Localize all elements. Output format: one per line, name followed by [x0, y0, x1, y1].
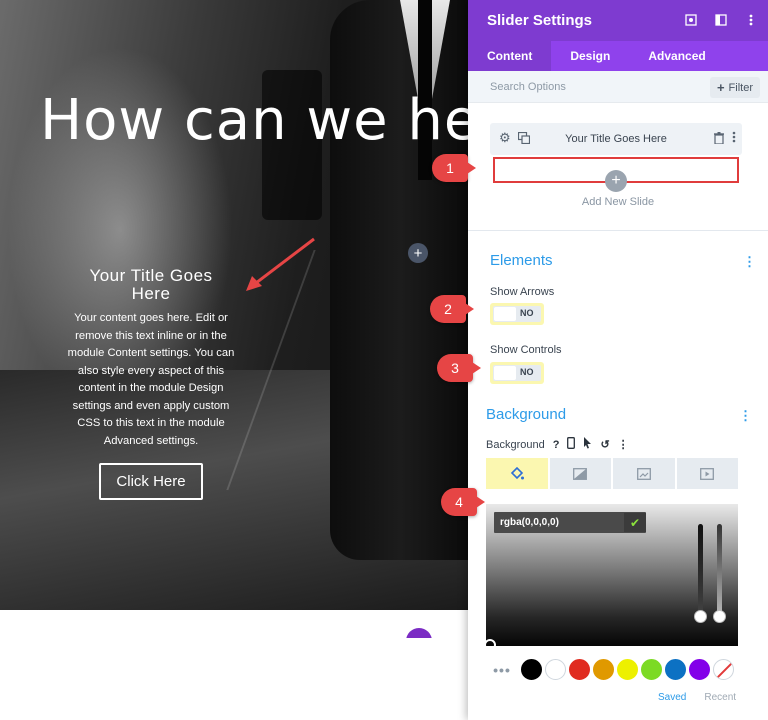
hue-slider-handle[interactable]	[694, 610, 707, 623]
gradient-icon[interactable]	[549, 458, 611, 489]
slide-cta-button[interactable]: Click Here	[99, 463, 203, 500]
filter-button[interactable]: + Filter	[709, 77, 760, 98]
toggle-value: NO	[520, 367, 534, 377]
focus-icon[interactable]	[684, 12, 698, 28]
video-icon[interactable]	[676, 458, 738, 489]
more-vertical-icon[interactable]: ⋮	[739, 408, 752, 424]
slide-item-label: Your Title Goes Here	[565, 133, 667, 145]
background-section-title[interactable]: Background	[486, 406, 566, 423]
hero-heading[interactable]: How can we he	[40, 88, 468, 153]
paint-bucket-icon[interactable]	[486, 458, 548, 489]
purple-control-dot	[404, 626, 466, 638]
background-field-label: Background	[486, 438, 545, 451]
slider-settings-panel: Slider Settings Content Design Advanced …	[468, 0, 768, 720]
saved-tab[interactable]: Saved	[658, 692, 686, 703]
hue-slider[interactable]	[698, 524, 703, 618]
opacity-slider-handle[interactable]	[713, 610, 726, 623]
more-horizontal-icon[interactable]: •••	[486, 662, 518, 678]
split-view-icon[interactable]	[714, 12, 728, 28]
add-slide-plus-icon[interactable]: +	[605, 170, 627, 192]
help-icon[interactable]: ?	[553, 439, 560, 451]
step-marker-4: 4	[441, 488, 485, 516]
step-marker-1: 1	[432, 154, 476, 182]
slides-list: ⚙ Your Title Goes Here + Add New Slide	[468, 103, 768, 231]
annotation-arrow-icon	[246, 237, 315, 291]
step-marker-2: 2	[430, 295, 474, 323]
more-vertical-icon[interactable]	[732, 131, 736, 145]
mobile-icon[interactable]	[567, 437, 576, 452]
background-field-row: Background ? ↺ ⋮	[486, 437, 629, 452]
more-vertical-icon[interactable]: ⋮	[743, 254, 756, 270]
swatch-green[interactable]	[641, 659, 662, 680]
pointer-icon[interactable]	[583, 437, 592, 452]
settings-tabs: Content Design Advanced	[468, 41, 768, 71]
swatch-orange[interactable]	[593, 659, 614, 680]
slide-item[interactable]: ⚙ Your Title Goes Here	[490, 123, 742, 155]
add-module-plus-icon[interactable]: +	[408, 243, 428, 263]
swatch-white[interactable]	[545, 659, 566, 680]
more-vertical-icon[interactable]: ⋮	[618, 438, 629, 451]
swatch-transparent[interactable]	[713, 659, 734, 680]
swatch-yellow[interactable]	[617, 659, 638, 680]
tab-content[interactable]: Content	[468, 41, 552, 71]
show-arrows-toggle[interactable]: NO	[490, 303, 544, 325]
panel-title: Slider Settings	[487, 12, 593, 29]
check-icon[interactable]: ✔	[624, 513, 646, 532]
saturation-cursor[interactable]	[484, 639, 496, 651]
step-marker-3: 3	[437, 354, 481, 382]
swatch-red[interactable]	[569, 659, 590, 680]
swatch-black[interactable]	[521, 659, 542, 680]
filter-label: Filter	[728, 81, 753, 94]
reset-icon[interactable]: ↺	[600, 438, 609, 451]
swatch-tabs: Saved Recent	[658, 692, 736, 703]
show-arrows-label: Show Arrows	[490, 286, 555, 298]
search-row: + Filter	[468, 71, 768, 103]
color-picker[interactable]: rgba(0,0,0,0) ✔	[484, 504, 738, 651]
swatch-purple[interactable]	[689, 659, 710, 680]
more-vertical-icon[interactable]	[744, 12, 758, 28]
panel-header: Slider Settings	[468, 0, 768, 41]
show-controls-toggle[interactable]: NO	[490, 362, 544, 384]
toggle-value: NO	[520, 308, 534, 318]
background-type-tabs	[486, 458, 738, 489]
show-controls-label: Show Controls	[490, 344, 562, 356]
elements-section-title[interactable]: Elements	[490, 252, 553, 269]
plus-icon: +	[716, 80, 725, 95]
search-options-input[interactable]	[490, 80, 670, 93]
slide-title[interactable]: Your Title Goes Here	[72, 267, 230, 303]
slider-preview: How can we he Your Title Goes Here Your …	[0, 0, 468, 610]
add-new-slide-label[interactable]: Add New Slide	[468, 196, 768, 208]
businessman-figure	[330, 0, 468, 560]
tab-design[interactable]: Design	[551, 41, 629, 71]
color-swatches: •••	[486, 659, 734, 680]
opacity-slider[interactable]	[717, 524, 722, 618]
swatch-blue[interactable]	[665, 659, 686, 680]
tab-advanced[interactable]: Advanced	[629, 41, 724, 71]
trash-icon[interactable]	[714, 132, 724, 146]
recent-tab[interactable]: Recent	[704, 692, 736, 703]
image-icon[interactable]	[613, 458, 675, 489]
slide-body[interactable]: Your content goes here. Edit or remove t…	[60, 310, 242, 450]
